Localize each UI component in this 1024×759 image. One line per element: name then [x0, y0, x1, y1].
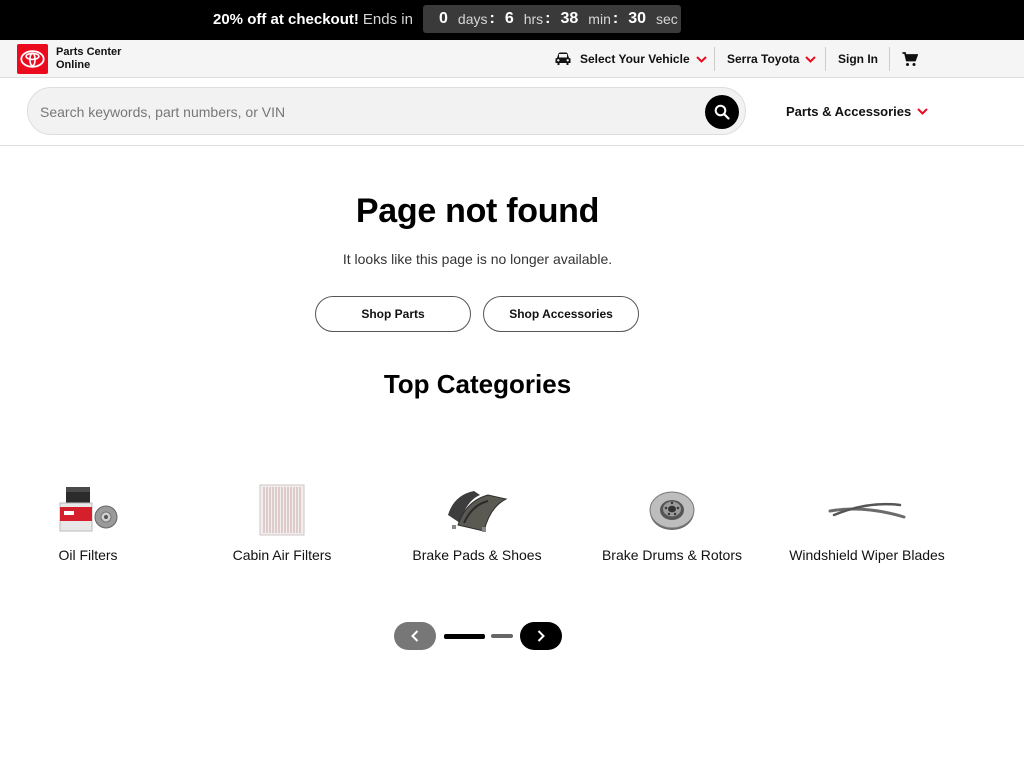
- countdown-separator: :: [612, 10, 619, 27]
- countdown-timer: 0 days : 6 hrs : 38 min : 30 sec: [423, 5, 681, 33]
- countdown-days-unit: days: [457, 11, 488, 27]
- carousel-next-button[interactable]: [520, 622, 562, 650]
- site-name-line2: Online: [56, 59, 91, 71]
- category-label: Windshield Wiper Blades: [789, 547, 945, 563]
- header-divider: [825, 47, 826, 71]
- parts-accessories-label: Parts & Accessories: [786, 104, 912, 119]
- countdown-days-value: 0: [439, 10, 448, 27]
- search-input[interactable]: [40, 100, 680, 124]
- select-vehicle-button[interactable]: Select Your Vehicle: [554, 52, 707, 66]
- countdown-minutes-value: 38: [560, 10, 579, 27]
- countdown-hours-value: 6: [504, 10, 514, 27]
- site-name[interactable]: Parts Center Online: [56, 46, 121, 72]
- sign-in-label: Sign In: [838, 52, 878, 66]
- category-label: Brake Pads & Shoes: [412, 547, 542, 563]
- cart-icon: [902, 52, 918, 66]
- oil-filter-icon: [0, 478, 183, 542]
- select-vehicle-label: Select Your Vehicle: [580, 52, 690, 66]
- category-label: Brake Drums & Rotors: [601, 547, 743, 563]
- category-card[interactable]: Brake Drums & Rotors: [577, 478, 767, 563]
- car-icon: [555, 52, 571, 65]
- shop-accessories-button[interactable]: Shop Accessories: [483, 296, 639, 332]
- top-categories-heading: Top Categories: [383, 369, 572, 399]
- countdown-minutes-unit: min: [588, 11, 611, 27]
- page-title: Page not found: [355, 192, 600, 230]
- countdown-seconds-unit: sec: [655, 11, 678, 27]
- parts-accessories-menu[interactable]: Parts & Accessories: [786, 104, 928, 119]
- category-card[interactable]: Cabin Air Filters: [187, 478, 377, 563]
- chevron-right-icon: [537, 630, 545, 642]
- site-header: Parts Center Online Select Your Vehicle …: [0, 40, 1024, 78]
- category-label: Cabin Air Filters: [232, 547, 332, 563]
- search-button[interactable]: [705, 95, 739, 129]
- chevron-left-icon: [411, 630, 419, 642]
- countdown-separator: :: [489, 10, 495, 27]
- toyota-emblem-icon: [20, 50, 45, 68]
- carousel-dot[interactable]: [491, 634, 513, 638]
- dealer-selector[interactable]: Serra Toyota: [727, 52, 817, 66]
- category-card[interactable]: Brake Pads & Shoes: [382, 478, 572, 563]
- dealer-name: Serra Toyota: [727, 52, 800, 66]
- toyota-logo[interactable]: [17, 44, 48, 74]
- brake-pads-icon: [382, 478, 572, 542]
- promo-bar: 20% off at checkout! Ends in 0 days : 6 h…: [0, 0, 1024, 40]
- countdown-hours-unit: hrs: [523, 11, 544, 27]
- promo-ends-label: Ends in: [362, 11, 413, 28]
- category-card[interactable]: Windshield Wiper Blades: [772, 478, 962, 563]
- chevron-down-icon: [695, 55, 707, 63]
- site-name-line1: Parts Center: [56, 46, 122, 58]
- search-bar-row: Parts & Accessories: [0, 78, 1024, 146]
- carousel-prev-button[interactable]: [394, 622, 436, 650]
- brake-rotor-icon: [577, 478, 767, 542]
- page-subtitle: It looks like this page is no longer ava…: [342, 251, 613, 267]
- category-label: Oil Filters: [58, 547, 118, 563]
- countdown-separator: :: [545, 10, 551, 27]
- search-box: [27, 87, 746, 135]
- countdown-seconds-value: 30: [628, 10, 646, 27]
- category-card[interactable]: Oil Filters: [0, 478, 183, 563]
- search-icon: [714, 104, 730, 120]
- chevron-down-icon: [917, 108, 928, 115]
- sign-in-link[interactable]: Sign In: [838, 52, 878, 66]
- cabin-air-filter-icon: [187, 478, 377, 542]
- promo-offer: 20% off at checkout!: [213, 11, 359, 28]
- carousel-dot-active[interactable]: [444, 634, 485, 639]
- shop-parts-button[interactable]: Shop Parts: [315, 296, 471, 332]
- chevron-down-icon: [805, 55, 817, 63]
- header-divider: [889, 47, 890, 71]
- cart-button[interactable]: [902, 52, 918, 67]
- promo-text: 20% off at checkout! Ends in: [213, 11, 413, 28]
- wiper-blades-icon: [772, 478, 962, 542]
- header-divider: [714, 47, 715, 71]
